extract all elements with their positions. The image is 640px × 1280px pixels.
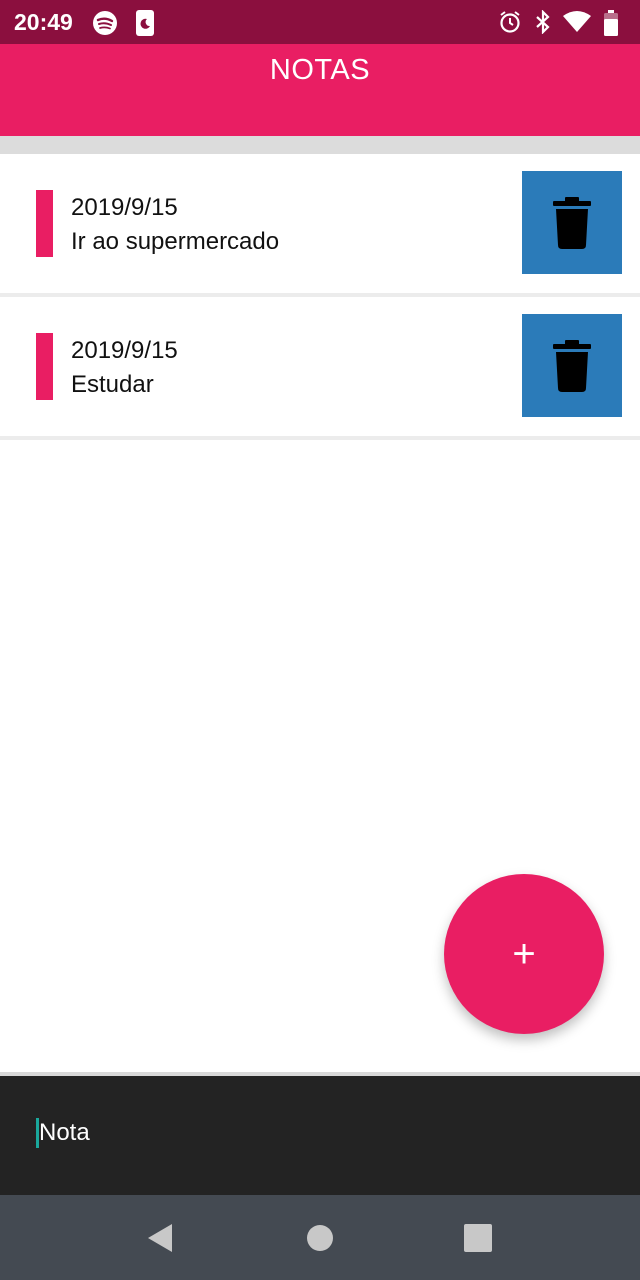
- app-header: NOTAS: [0, 44, 640, 136]
- system-nav-bar: [0, 1195, 640, 1280]
- spotify-icon: [92, 10, 118, 41]
- home-icon[interactable]: [306, 1224, 334, 1257]
- battery-icon: [604, 10, 618, 41]
- note-text: Estudar: [71, 371, 154, 398]
- note-date: 2019/9/15: [71, 194, 178, 221]
- note-input-bar: Nota: [0, 1072, 640, 1195]
- page-title: NOTAS: [269, 54, 371, 86]
- note-accent-bar: [36, 333, 53, 400]
- note-item[interactable]: 2019/9/15 Estudar: [0, 297, 640, 440]
- note-item[interactable]: 2019/9/15 Ir ao supermercado: [0, 154, 640, 297]
- header-divider: [0, 136, 640, 154]
- note-input[interactable]: Nota: [36, 1118, 90, 1148]
- status-time: 20:49: [14, 9, 73, 35]
- delete-note-button[interactable]: [522, 314, 622, 417]
- back-icon[interactable]: [146, 1222, 174, 1259]
- note-accent-bar: [36, 190, 53, 257]
- wifi-icon: [562, 10, 592, 39]
- trash-icon: [553, 196, 591, 249]
- delete-note-button[interactable]: [522, 171, 622, 274]
- note-date: 2019/9/15: [71, 337, 178, 364]
- add-icon: +: [512, 931, 536, 976]
- add-note-button[interactable]: +: [444, 874, 604, 1034]
- note-text: Ir ao supermercado: [71, 228, 280, 255]
- trash-icon: [553, 339, 591, 392]
- bluetooth-icon: [534, 9, 552, 39]
- alarm-icon: [498, 10, 522, 39]
- status-bar: 20:49: [0, 0, 640, 44]
- recents-icon[interactable]: [464, 1224, 492, 1257]
- sleep-app-icon: [136, 10, 154, 41]
- notes-list: 2019/9/15 Ir ao supermercado 2019/9/15 E…: [0, 154, 640, 440]
